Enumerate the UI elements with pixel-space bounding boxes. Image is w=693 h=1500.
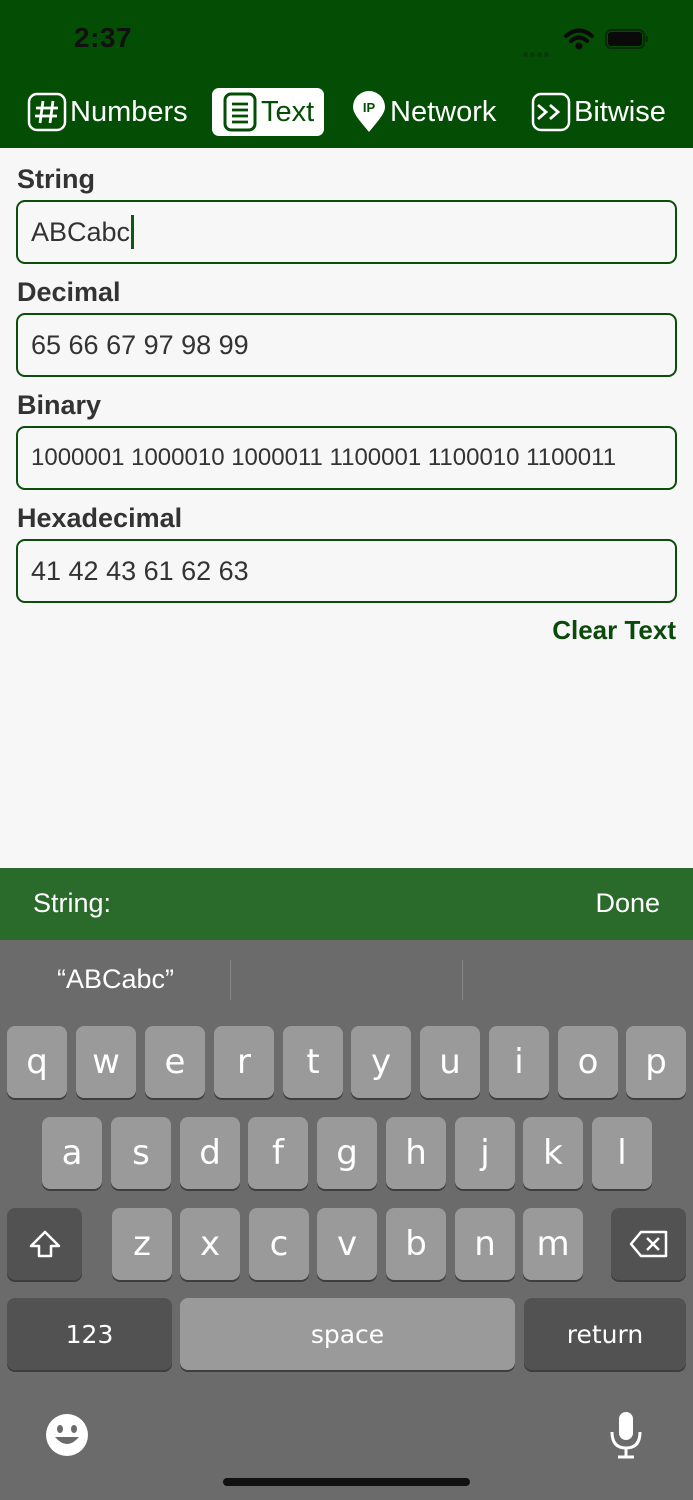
tab-text-label: Text — [261, 95, 315, 128]
tab-text[interactable]: Text — [212, 88, 324, 136]
suggestion-item[interactable]: “ABCabc” — [57, 964, 174, 995]
tab-network[interactable]: IP Network — [351, 88, 496, 136]
decimal-field[interactable]: 65 66 67 97 98 99 — [16, 313, 677, 377]
decimal-label: Decimal — [17, 277, 121, 307]
accessory-label: String: — [33, 888, 112, 918]
ip-pin-icon: IP — [353, 91, 385, 132]
clear-text-button[interactable]: Clear Text — [552, 615, 676, 646]
key-k[interactable]: k — [523, 1117, 583, 1189]
key-f[interactable]: f — [248, 1117, 308, 1189]
tab-network-label: Network — [390, 95, 497, 128]
binary-field[interactable]: 1000001 1000010 1000011 1100001 1100010 … — [16, 426, 677, 490]
microphone-icon[interactable] — [608, 1410, 644, 1460]
key-w[interactable]: w — [76, 1026, 136, 1098]
key-m[interactable]: m — [523, 1208, 583, 1280]
battery-icon — [605, 29, 648, 49]
hash-icon — [27, 92, 67, 132]
key-y[interactable]: y — [351, 1026, 411, 1098]
key-o[interactable]: o — [558, 1026, 618, 1098]
key-c[interactable]: c — [249, 1208, 309, 1280]
key-n[interactable]: n — [455, 1208, 515, 1280]
header: 2:37 Numbers Text IP Network Bitwise — [0, 0, 693, 148]
wifi-icon — [564, 28, 594, 50]
numbers-key[interactable]: 123 — [7, 1298, 172, 1370]
key-i[interactable]: i — [489, 1026, 549, 1098]
done-button[interactable]: Done — [595, 888, 660, 919]
keyboard: “ABCabc” q w e r t y u i o p a s d f g h… — [0, 940, 693, 1500]
key-l[interactable]: l — [592, 1117, 652, 1189]
key-e[interactable]: e — [145, 1026, 205, 1098]
space-key[interactable]: space — [180, 1298, 515, 1370]
key-b[interactable]: b — [386, 1208, 446, 1280]
key-z[interactable]: z — [112, 1208, 172, 1280]
key-r[interactable]: r — [214, 1026, 274, 1098]
key-x[interactable]: x — [180, 1208, 240, 1280]
key-h[interactable]: h — [386, 1117, 446, 1189]
key-a[interactable]: a — [42, 1117, 102, 1189]
hexadecimal-label: Hexadecimal — [17, 503, 183, 533]
decimal-value: 65 66 67 97 98 99 — [31, 329, 249, 360]
suggestion-divider — [230, 960, 231, 1000]
hexadecimal-value: 41 42 43 61 62 63 — [31, 555, 249, 586]
return-key[interactable]: return — [524, 1298, 686, 1370]
text-cursor — [131, 215, 135, 249]
suggestion-bar: “ABCabc” — [0, 940, 693, 1020]
app-screen: 2:37 Numbers Text IP Network Bitwise Str… — [0, 0, 693, 1500]
svg-text:IP: IP — [363, 100, 376, 115]
key-t[interactable]: t — [283, 1026, 343, 1098]
tab-numbers-label: Numbers — [70, 95, 188, 128]
key-s[interactable]: s — [111, 1117, 171, 1189]
suggestion-divider — [462, 960, 463, 1000]
tab-bar: Numbers Text IP Network Bitwise — [0, 86, 693, 138]
key-d[interactable]: d — [180, 1117, 240, 1189]
shift-key[interactable] — [7, 1208, 82, 1280]
string-field[interactable]: ABCabc — [16, 200, 677, 264]
cellular-signal-icon — [523, 44, 551, 62]
keyboard-accessory-bar: String: Done — [0, 868, 693, 940]
hexadecimal-field[interactable]: 41 42 43 61 62 63 — [16, 539, 677, 603]
emoji-icon[interactable] — [45, 1413, 89, 1457]
status-time: 2:37 — [74, 22, 133, 53]
key-g[interactable]: g — [317, 1117, 377, 1189]
key-j[interactable]: j — [455, 1117, 515, 1189]
home-indicator — [223, 1478, 470, 1486]
key-p[interactable]: p — [626, 1026, 686, 1098]
binary-value: 1000001 1000010 1000011 1100001 1100010 … — [31, 444, 617, 471]
tab-numbers[interactable]: Numbers — [27, 88, 188, 136]
key-u[interactable]: u — [420, 1026, 480, 1098]
shift-arrow-icon — [29, 1230, 60, 1258]
string-label: String — [17, 164, 95, 194]
backspace-icon — [629, 1230, 667, 1258]
string-value: ABCabc — [31, 216, 131, 247]
tab-bitwise[interactable]: Bitwise — [531, 88, 666, 136]
key-v[interactable]: v — [317, 1208, 377, 1280]
document-icon — [223, 92, 257, 132]
tab-bitwise-label: Bitwise — [574, 95, 666, 128]
key-q[interactable]: q — [7, 1026, 67, 1098]
shift-icon — [531, 92, 571, 132]
binary-label: Binary — [17, 390, 102, 420]
delete-key[interactable] — [611, 1208, 686, 1280]
